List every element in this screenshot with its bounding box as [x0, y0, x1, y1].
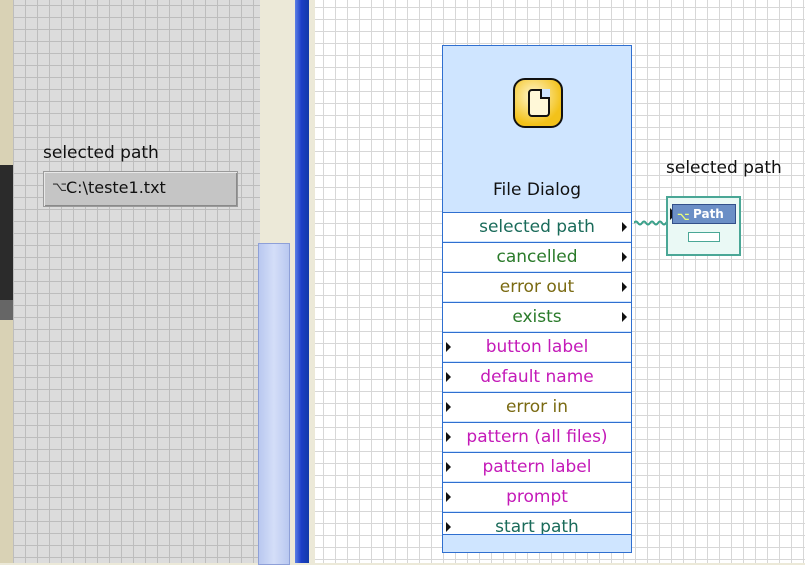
output-arrow-icon: [622, 282, 627, 292]
input-arrow-icon: [446, 342, 451, 352]
input-terminal[interactable]: pattern label: [443, 452, 631, 481]
input-arrow-icon: [446, 432, 451, 442]
input-terminal[interactable]: error in: [443, 392, 631, 421]
input-arrow-icon: [446, 462, 451, 472]
selected-path-value: C:\teste1.txt: [66, 178, 166, 197]
window-divider[interactable]: [295, 0, 309, 563]
terminal-label: pattern (all files): [466, 427, 608, 447]
terminal-label: error in: [505, 397, 569, 417]
file-dialog-express-vi[interactable]: File Dialog selected path cancelled error …: [442, 45, 632, 553]
terminal-label: prompt: [506, 487, 568, 507]
selected-path-indicator[interactable]: ⌥ C:\teste1.txt: [43, 171, 238, 207]
terminal-label: pattern label: [482, 457, 592, 477]
output-terminal[interactable]: error out: [443, 272, 631, 301]
output-terminal[interactable]: cancelled: [443, 242, 631, 271]
terminal-label: exists: [512, 307, 562, 327]
terminal-label: default name: [480, 367, 594, 387]
input-terminal[interactable]: pattern (all files): [443, 422, 631, 451]
indicator-terminal-label: selected path: [666, 158, 782, 178]
path-type-label: Path: [693, 207, 724, 221]
input-terminal[interactable]: button label: [443, 332, 631, 361]
front-panel[interactable]: selected path ⌥ C:\teste1.txt: [13, 0, 260, 563]
terminal-label: error out: [499, 277, 575, 297]
terminal-label: button label: [485, 337, 589, 357]
input-arrow-icon: [446, 522, 451, 532]
input-arrow-icon: [446, 372, 451, 382]
path-wire[interactable]: [634, 219, 670, 227]
express-vi-resize-handle[interactable]: [443, 534, 631, 552]
output-terminal[interactable]: exists: [443, 302, 631, 331]
offscreen-control-knob: [0, 300, 13, 320]
output-terminal[interactable]: selected path: [443, 212, 631, 241]
input-arrow-icon: [446, 402, 451, 412]
terminal-label: cancelled: [496, 247, 578, 267]
express-vi-title: File Dialog: [493, 180, 581, 200]
terminal-label: selected path: [479, 217, 595, 237]
output-arrow-icon: [622, 252, 627, 262]
input-terminal[interactable]: default name: [443, 362, 631, 391]
input-terminal[interactable]: prompt: [443, 482, 631, 511]
output-arrow-icon: [622, 222, 627, 232]
path-type-glyph: [688, 232, 720, 242]
front-panel-indicator-label: selected path: [43, 143, 159, 163]
front-panel-scroll-thumb[interactable]: [258, 243, 290, 565]
selected-path-indicator-terminal[interactable]: ⌥ Path: [666, 196, 741, 256]
output-arrow-icon: [622, 312, 627, 322]
path-icon: ⌥: [52, 180, 67, 195]
file-dialog-icon[interactable]: [513, 78, 563, 128]
path-type-tag: ⌥ Path: [672, 204, 736, 224]
offscreen-control: [0, 165, 13, 300]
input-arrow-icon: [446, 492, 451, 502]
path-icon: ⌥: [677, 210, 690, 223]
